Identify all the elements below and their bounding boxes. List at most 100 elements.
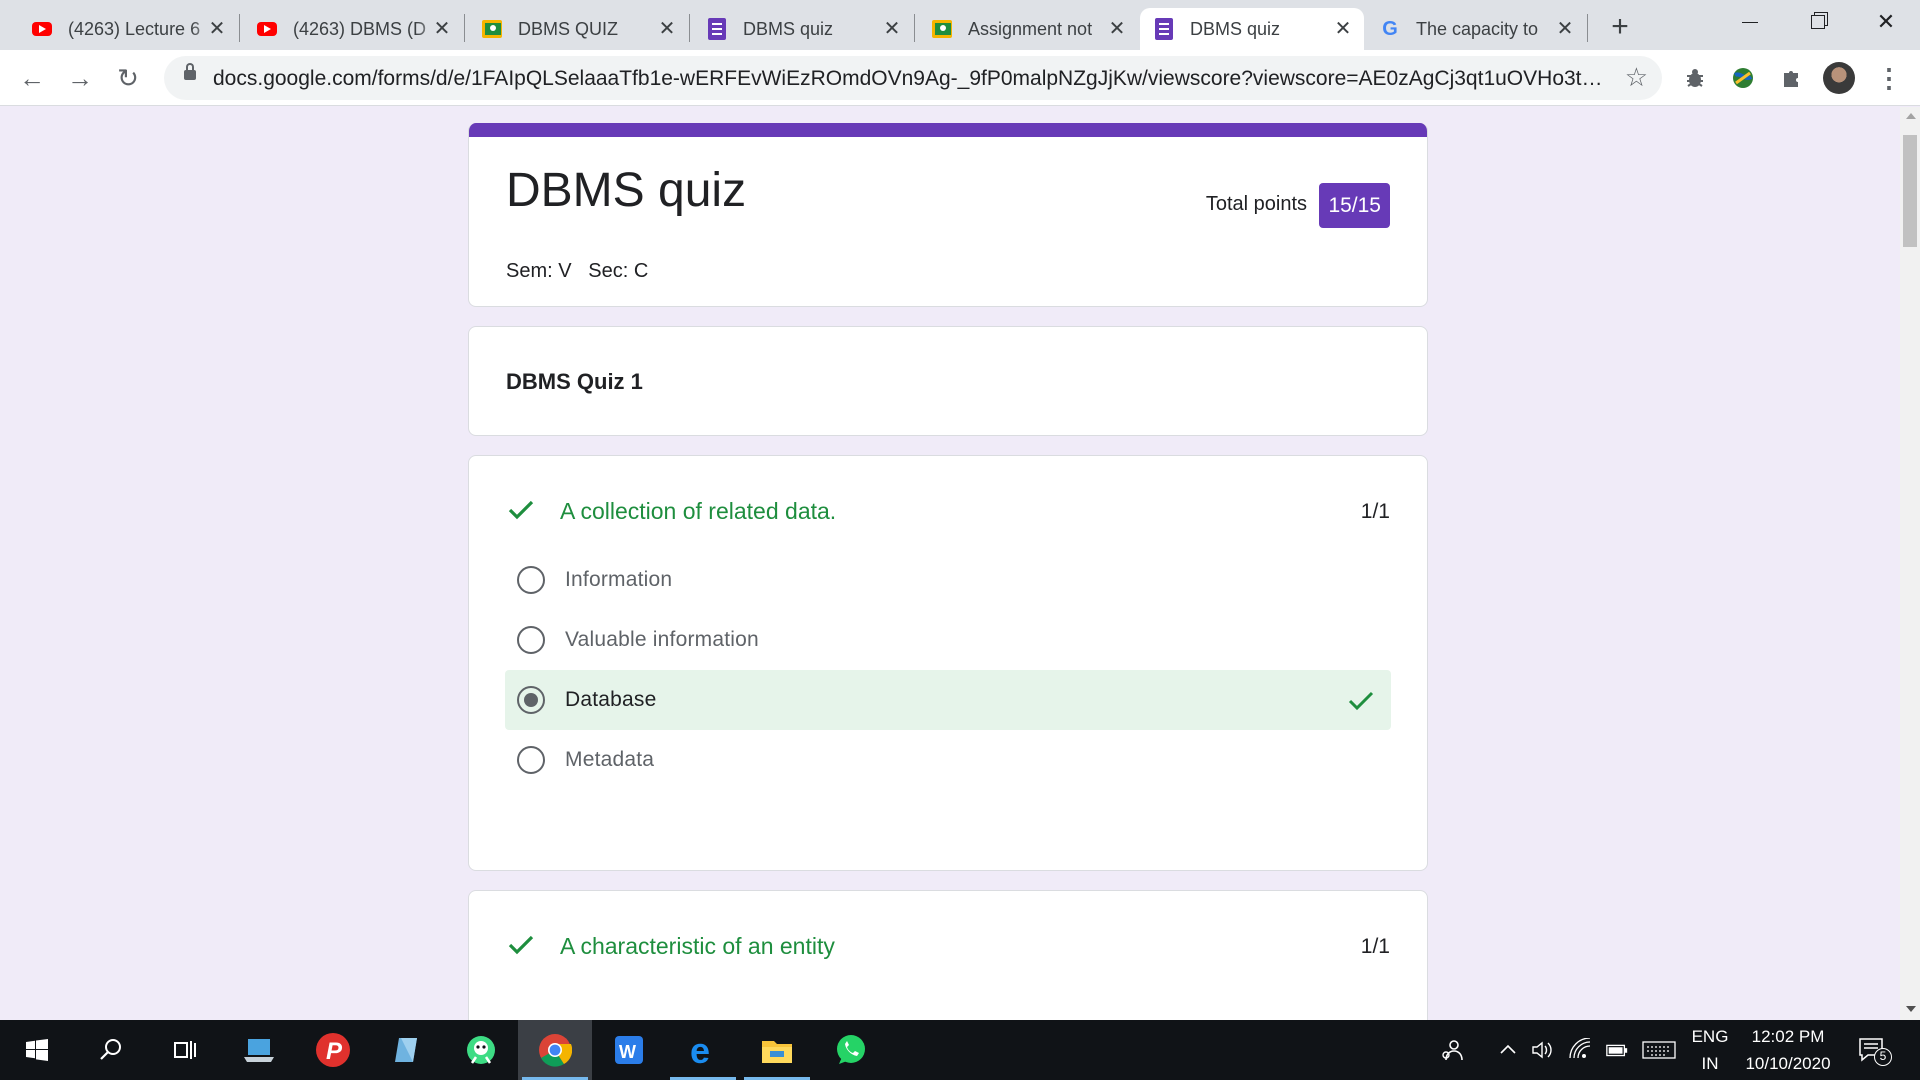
restore-button[interactable] <box>1784 0 1852 44</box>
question-card: A characteristic of an entity 1/1 <box>468 890 1428 1020</box>
radio-button <box>517 626 545 654</box>
tab-lecture[interactable]: (4263) Lecture 6 ✕ <box>18 8 238 50</box>
forward-button[interactable]: → <box>64 62 96 94</box>
taskbar-edge-app[interactable]: e <box>666 1020 740 1080</box>
volume-icon[interactable] <box>1530 1038 1554 1062</box>
tab-dbms-quiz-classroom[interactable]: DBMS QUIZ ✕ <box>468 8 688 50</box>
extensions-puzzle-icon[interactable] <box>1777 64 1805 92</box>
clock-date[interactable]: 10/10/2020 <box>1738 1051 1838 1077</box>
tab-dbms-quiz-active[interactable]: DBMS quiz ✕ <box>1140 8 1364 50</box>
close-tab-icon[interactable]: ✕ <box>1332 18 1354 40</box>
url-text: docs.google.com/forms/d/e/1FAIpQLSelaaaT… <box>213 67 1603 90</box>
page-scrollbar[interactable] <box>1900 107 1920 1020</box>
wps-writer-icon: W <box>615 1036 643 1064</box>
tab-separator <box>914 14 915 42</box>
taskbar-chrome-app[interactable] <box>518 1020 592 1080</box>
close-tab-icon[interactable]: ✕ <box>1554 18 1576 40</box>
svg-text:P: P <box>326 1038 343 1065</box>
search-button[interactable] <box>74 1020 148 1080</box>
bookmark-star-icon[interactable]: ☆ <box>1625 62 1648 93</box>
lock-icon <box>184 63 196 80</box>
tab-the-capacity[interactable]: G The capacity to ✕ <box>1366 8 1586 50</box>
question-card: A collection of related data. 1/1 Inform… <box>468 455 1428 871</box>
close-window-button[interactable]: ✕ <box>1852 0 1920 44</box>
tab-separator <box>239 14 240 42</box>
taskbar-notepad-app[interactable] <box>370 1020 444 1080</box>
tab-separator <box>1587 14 1588 42</box>
close-tab-icon[interactable]: ✕ <box>656 18 678 40</box>
svg-text:e: e <box>690 1033 710 1067</box>
tab-dbms-youtube[interactable]: (4263) DBMS (D ✕ <box>243 8 463 50</box>
task-view-button[interactable] <box>148 1020 222 1080</box>
windows-start-button[interactable] <box>0 1020 74 1080</box>
language-indicator-bottom[interactable]: IN <box>1685 1051 1735 1077</box>
keyboard-icon[interactable] <box>1642 1038 1676 1062</box>
scroll-up-arrow-icon[interactable] <box>1906 113 1916 119</box>
edge-icon: e <box>690 1033 710 1067</box>
psiphon-icon: P <box>316 1033 350 1067</box>
form-description: Sem: V Sec: C <box>506 260 649 282</box>
option-label: Database <box>565 688 657 711</box>
question-title: A characteristic of an entity <box>560 933 835 959</box>
people-icon[interactable] <box>1440 1038 1464 1062</box>
reload-icon: ↻ <box>117 63 139 93</box>
section-header-card: DBMS Quiz 1 <box>468 326 1428 436</box>
radio-button-selected <box>517 686 545 714</box>
classroom-icon <box>482 19 502 39</box>
taskbar-android-app[interactable] <box>444 1020 518 1080</box>
scroll-down-arrow-icon[interactable] <box>1906 1006 1916 1012</box>
task-view-icon <box>174 1041 196 1059</box>
minimize-button[interactable] <box>1716 0 1784 44</box>
option-metadata: Metadata <box>505 730 1391 790</box>
question-score: 1/1 <box>1360 500 1390 523</box>
arrow-left-icon: ← <box>19 63 45 93</box>
globe-extension-icon[interactable] <box>1729 64 1757 92</box>
search-icon <box>100 1039 121 1060</box>
taskbar-file-explorer-app[interactable] <box>740 1020 814 1080</box>
option-valuable-information: Valuable information <box>505 610 1391 670</box>
new-tab-button[interactable]: + <box>1603 10 1637 44</box>
total-points-label: Total points <box>1205 193 1307 215</box>
google-icon: G <box>1382 17 1398 40</box>
notification-center-button[interactable]: 5 <box>1856 1036 1892 1066</box>
close-tab-icon[interactable]: ✕ <box>1106 18 1128 40</box>
windows-taskbar: P W e ENG IN 12:02 PM 10/10/2020 5 <box>0 1020 1920 1080</box>
reload-button[interactable]: ↻ <box>112 62 144 94</box>
wifi-icon[interactable] <box>1568 1038 1592 1062</box>
radio-button <box>517 566 545 594</box>
classroom-icon <box>932 19 952 39</box>
taskbar-wps-writer-app[interactable]: W <box>592 1020 666 1080</box>
taskbar-whatsapp-app[interactable] <box>814 1020 888 1080</box>
tab-assignment[interactable]: Assignment not ✕ <box>918 8 1138 50</box>
option-database-correct: Database <box>505 670 1391 730</box>
restore-icon <box>1811 15 1825 29</box>
tab-title: (4263) DBMS (D <box>293 18 427 39</box>
bug-extension-icon[interactable] <box>1681 64 1709 92</box>
battery-icon[interactable] <box>1605 1038 1629 1062</box>
option-label: Valuable information <box>565 628 759 651</box>
google-forms-icon <box>1154 18 1174 40</box>
youtube-icon <box>257 19 277 39</box>
close-tab-icon[interactable]: ✕ <box>431 18 453 40</box>
browser-menu-icon[interactable]: ⋮ <box>1876 62 1902 94</box>
taskbar-psiphon-app[interactable]: P <box>296 1020 370 1080</box>
section-title: DBMS Quiz 1 <box>506 369 643 394</box>
form-header-card: DBMS quiz Sem: V Sec: C Total points 15/… <box>468 123 1428 307</box>
back-button[interactable]: ← <box>16 62 48 94</box>
whatsapp-icon <box>837 1035 865 1064</box>
language-indicator-top[interactable]: ENG <box>1685 1024 1735 1050</box>
profile-avatar[interactable] <box>1823 62 1855 94</box>
close-icon: ✕ <box>1876 9 1896 34</box>
address-bar[interactable]: docs.google.com/forms/d/e/1FAIpQLSelaaaT… <box>164 56 1662 100</box>
youtube-icon <box>32 19 52 39</box>
close-tab-icon[interactable]: ✕ <box>881 18 903 40</box>
close-tab-icon[interactable]: ✕ <box>206 18 228 40</box>
chevron-up-icon[interactable] <box>1496 1038 1520 1062</box>
scrollbar-thumb[interactable] <box>1903 135 1917 247</box>
taskbar-laptop-app[interactable] <box>222 1020 296 1080</box>
clock-time[interactable]: 12:02 PM <box>1738 1024 1838 1050</box>
tab-dbms-quiz-form[interactable]: DBMS quiz ✕ <box>693 8 913 50</box>
radio-button <box>517 746 545 774</box>
browser-toolbar: ← → ↻ docs.google.com/forms/d/e/1FAIpQLS… <box>0 50 1920 106</box>
tab-title: DBMS quiz <box>1190 18 1281 39</box>
